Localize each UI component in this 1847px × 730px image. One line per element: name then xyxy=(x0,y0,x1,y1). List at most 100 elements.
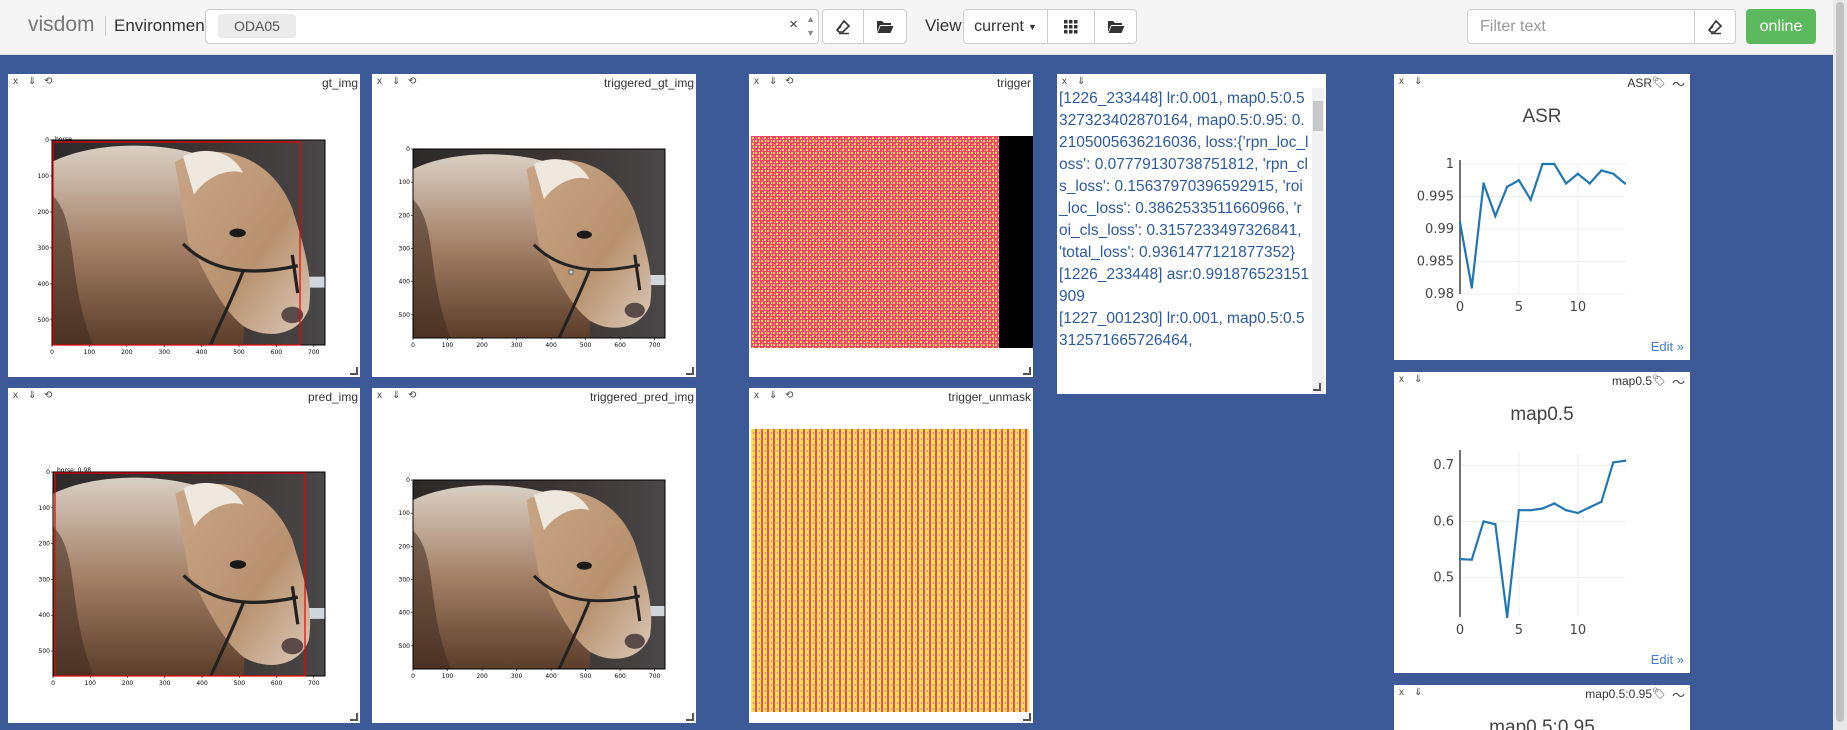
eraser-icon xyxy=(1707,19,1723,34)
x-tick-label: 0 xyxy=(51,680,55,687)
y-tick-label: 100 xyxy=(38,173,50,180)
y-tick-label: 100 xyxy=(39,505,51,512)
scrollbar-thumb[interactable] xyxy=(1836,2,1844,722)
scrollbar-thumb[interactable] xyxy=(1313,101,1323,131)
x-tick-label: 300 xyxy=(511,673,523,680)
y-tick-label: 0.7 xyxy=(1433,458,1454,473)
pane-map05-plot[interactable]: x ⇓ map0.5 🏷 〜 map0.5 0.5 0.6 0.7 0 5 10 Edit… xyxy=(1394,372,1690,673)
pane-trigger[interactable]: x ⇓ ⟲ trigger xyxy=(749,74,1033,377)
edit-link[interactable]: Edit » xyxy=(1651,339,1684,354)
view-select-button[interactable]: current ▼ xyxy=(963,9,1048,44)
x-tick-label: 300 xyxy=(511,342,523,349)
data-point xyxy=(1553,502,1556,505)
y-tick-label: 1 xyxy=(1446,157,1454,172)
download-icon[interactable]: ⇓ xyxy=(1077,76,1085,87)
x-tick-label: 100 xyxy=(85,680,97,687)
manage-env-button[interactable] xyxy=(863,9,907,44)
pane-log-text[interactable]: x ⇓ [1226_233448] lr:0.001, map0.5:0.532… xyxy=(1057,74,1326,394)
x-tick-label: 500 xyxy=(234,680,246,687)
box-label: horse: 0.98 xyxy=(57,467,91,474)
data-point xyxy=(1600,169,1603,172)
grid-icon xyxy=(1064,19,1078,33)
y-tick-label: 200 xyxy=(38,209,50,216)
data-point xyxy=(1612,461,1615,464)
folder-open-icon xyxy=(877,21,894,33)
pane-triggered-pred-img[interactable]: x ⇓ ⟲ triggered_pred_img 0 100 200 300 400 50… xyxy=(372,388,696,723)
environment-tag[interactable]: ODA05 xyxy=(218,14,296,38)
x-tick-label: 100 xyxy=(84,349,96,356)
y-tick-label: 400 xyxy=(39,612,51,619)
log-scrollbar[interactable] xyxy=(1312,88,1324,394)
x-tick-label: 0 xyxy=(1456,300,1464,315)
resize-handle[interactable] xyxy=(686,367,694,375)
resize-handle[interactable] xyxy=(686,713,694,721)
resize-handle[interactable] xyxy=(1023,713,1031,721)
pane-triggered-gt-img[interactable]: x ⇓ ⟲ triggered_gt_img 0 100 200 300 400 500 6… xyxy=(372,74,696,377)
x-tick-label: 100 xyxy=(442,342,454,349)
smooth-icon[interactable]: 〜 xyxy=(1672,685,1685,704)
x-tick-label: 600 xyxy=(271,349,283,356)
chevron-updown-icon[interactable]: ▲ ▼ xyxy=(806,12,815,40)
x-tick-label: 0 xyxy=(411,673,415,680)
y-tick-label: 400 xyxy=(399,610,411,617)
data-point xyxy=(1529,509,1532,512)
triggered-gt-img-image: 0 100 200 300 400 500 600 700 0 100 200 300 400 500 xyxy=(399,146,666,349)
y-tick-label: 200 xyxy=(399,543,411,550)
data-point xyxy=(1517,509,1521,512)
download-icon[interactable]: ⇓ xyxy=(1414,687,1422,698)
trigger-unmask-image xyxy=(751,429,1029,712)
view-selected: current xyxy=(974,17,1024,35)
repack-grid-button[interactable] xyxy=(1047,9,1095,44)
trigger-image xyxy=(751,136,1033,348)
pane-map0595-plot[interactable]: x ⇓ map0.5:0.95 🏷 〜 map0.5:0.95 xyxy=(1394,685,1690,730)
x-tick-label: 400 xyxy=(196,349,208,356)
x-tick-label: 500 xyxy=(580,673,592,680)
plot-title: map0.5:0.95 xyxy=(1489,717,1595,730)
y-tick-label: 500 xyxy=(399,312,411,319)
pane-asr-plot[interactable]: x ⇓ ASR 🏷 〜 ASR 0.98 0.985 0.99 0.995 1 0 5 10 … xyxy=(1394,74,1690,360)
data-point xyxy=(1612,172,1615,175)
manage-views-button[interactable] xyxy=(1094,9,1137,44)
x-tick-label: 200 xyxy=(476,673,488,680)
x-tick-label: 5 xyxy=(1515,623,1523,638)
data-point xyxy=(1576,172,1580,175)
resize-handle[interactable] xyxy=(1313,383,1321,391)
resize-handle[interactable] xyxy=(350,367,358,375)
x-tick-label: 400 xyxy=(545,673,557,680)
x-tick-label: 5 xyxy=(1515,300,1523,315)
page-scrollbar[interactable] xyxy=(1833,0,1847,730)
data-point xyxy=(1505,185,1509,188)
filter-input[interactable] xyxy=(1467,9,1695,44)
clear-filter-button[interactable] xyxy=(1694,9,1736,44)
x-tick-label: 100 xyxy=(442,673,454,680)
data-point xyxy=(1482,520,1485,523)
pane-gt-img[interactable]: x ⇓ ⟲ gt_img horse 0 100 200 300 400 500 600 70… xyxy=(8,74,360,377)
asr-line-chart: 0.980.9850.990.99510 5 10 xyxy=(1417,157,1627,315)
brand-logo[interactable]: visdom xyxy=(28,13,95,37)
connection-status-button[interactable]: online xyxy=(1746,9,1816,44)
tag-icon[interactable]: 🏷 xyxy=(1652,687,1666,700)
pane-pred-img[interactable]: x ⇓ ⟲ pred_img horse: 0.98 0 100 200 300 400… xyxy=(8,388,360,723)
pane-trigger-unmask[interactable]: x ⇓ ⟲ trigger_unmask xyxy=(749,388,1033,723)
series-line xyxy=(1459,459,1626,618)
data-point xyxy=(1541,162,1544,166)
clear-env-button[interactable] xyxy=(822,9,864,44)
view-label: View xyxy=(925,16,962,35)
edit-link[interactable]: Edit » xyxy=(1651,652,1684,667)
resize-handle[interactable] xyxy=(350,713,358,721)
data-point xyxy=(1505,615,1509,619)
data-point xyxy=(1623,459,1627,462)
pred-img-image: horse: 0.98 0 100 200 300 400 500 600 700 0 100 2… xyxy=(39,467,326,687)
y-tick-label: 0 xyxy=(45,137,49,144)
clear-icon[interactable]: × xyxy=(789,16,798,33)
resize-handle[interactable] xyxy=(1023,367,1031,375)
data-point xyxy=(1482,182,1485,185)
data-point xyxy=(1494,523,1497,526)
caret-down-icon: ▼ xyxy=(1027,21,1037,32)
environment-select[interactable]: ODA05 × ▲ ▼ xyxy=(205,9,819,44)
series-line xyxy=(1458,162,1626,288)
close-icon[interactable]: x xyxy=(1399,687,1404,698)
close-icon[interactable]: x xyxy=(1062,76,1067,87)
x-tick-label: 600 xyxy=(271,680,283,687)
triggered-pred-img-image: 0 100 200 300 400 500 600 700 0 100 200 300 400 500 xyxy=(399,477,666,680)
